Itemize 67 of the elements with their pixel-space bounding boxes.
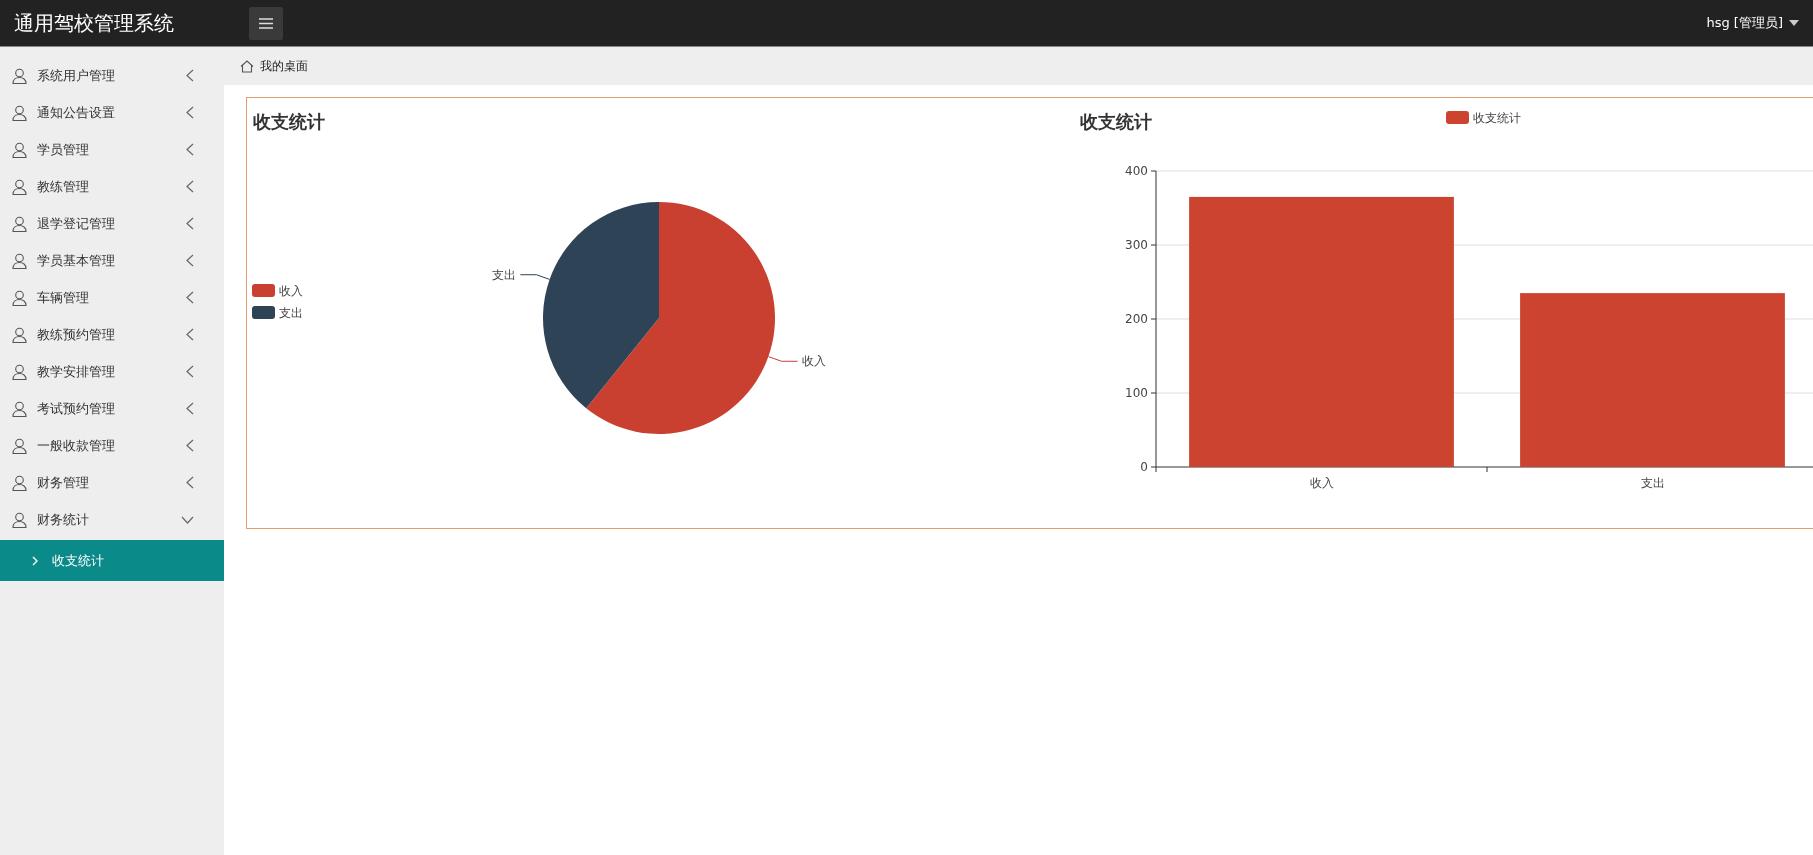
chevron-left-icon: [186, 365, 194, 378]
user-icon: [12, 289, 27, 306]
sidebar-item[interactable]: 车辆管理: [0, 279, 224, 316]
chevron-left-icon: [186, 217, 194, 230]
legend-swatch: [252, 306, 275, 319]
sidebar-item[interactable]: 学员管理: [0, 131, 224, 168]
axis-category-label: 支出: [1640, 476, 1665, 490]
app-title: 通用驾校管理系统: [13, 9, 175, 37]
sidebar-subitem[interactable]: 收支统计: [0, 540, 224, 581]
chevron-left-icon: [186, 180, 194, 193]
slice-label: 支出: [492, 267, 517, 282]
chevron-left-icon: [186, 328, 194, 341]
sidebar-item[interactable]: 考试预约管理: [0, 390, 224, 427]
axis-category-label: 收入: [1309, 476, 1334, 490]
sidebar-item[interactable]: 学员基本管理: [0, 242, 224, 279]
caret-down-icon: [1789, 20, 1799, 26]
chevron-left-icon: [186, 69, 194, 82]
menu-button[interactable]: [249, 6, 283, 40]
sidebar-item[interactable]: 退学登记管理: [0, 205, 224, 242]
legend-label: 收支统计: [1473, 111, 1521, 125]
axis-tick-label: 100: [1125, 386, 1148, 400]
sidebar-item[interactable]: 财务管理: [0, 464, 224, 501]
axis-tick-label: 400: [1125, 164, 1148, 178]
home-icon: [240, 59, 254, 73]
chart-title: 收支统计: [1080, 111, 1152, 132]
sidebar-item[interactable]: 教练管理: [0, 168, 224, 205]
chevron-left-icon: [186, 106, 194, 119]
chevron-right-icon: [32, 555, 38, 566]
legend-swatch: [1446, 111, 1469, 124]
sidebar-item[interactable]: 教练预约管理: [0, 316, 224, 353]
slice-label: 收入: [801, 354, 826, 369]
chevron-down-icon: [181, 515, 194, 524]
axis-tick-label: 0: [1140, 460, 1148, 474]
user-menu[interactable]: hsg [管理员]: [1700, 13, 1805, 33]
user-icon: [12, 437, 27, 454]
user-icon: [12, 178, 27, 195]
leader-line: [519, 274, 551, 280]
axis-tick-label: 200: [1125, 312, 1148, 326]
axis-tick-label: 300: [1125, 238, 1148, 252]
breadcrumb-link[interactable]: 我的桌面: [260, 57, 308, 75]
menu-icon: [259, 17, 273, 29]
sidebar-item[interactable]: 系统用户管理: [0, 57, 224, 94]
chevron-left-icon: [186, 439, 194, 452]
sidebar-item[interactable]: 教学安排管理: [0, 353, 224, 390]
chevron-left-icon: [186, 143, 194, 156]
chevron-left-icon: [186, 254, 194, 267]
user-icon: [12, 67, 27, 84]
sidebar-item[interactable]: 一般收款管理: [0, 427, 224, 464]
user-icon: [12, 400, 27, 417]
legend-swatch: [252, 284, 275, 297]
user-icon: [12, 215, 27, 232]
user-icon: [12, 104, 27, 121]
user-icon: [12, 141, 27, 158]
leader-line: [767, 356, 799, 362]
user-icon: [12, 326, 27, 343]
user-icon: [12, 474, 27, 491]
sidebar-item[interactable]: 通知公告设置: [0, 94, 224, 131]
user-icon: [12, 252, 27, 269]
user-icon: [12, 511, 27, 528]
chevron-left-icon: [186, 476, 194, 489]
legend-label: 支出: [279, 306, 303, 320]
legend-label: 收入: [279, 284, 303, 298]
chart-title: 收支统计: [253, 111, 325, 132]
sidebar-item[interactable]: 财务统计: [0, 501, 224, 538]
chevron-left-icon: [186, 291, 194, 304]
user-icon: [12, 363, 27, 380]
chevron-left-icon: [186, 402, 194, 415]
